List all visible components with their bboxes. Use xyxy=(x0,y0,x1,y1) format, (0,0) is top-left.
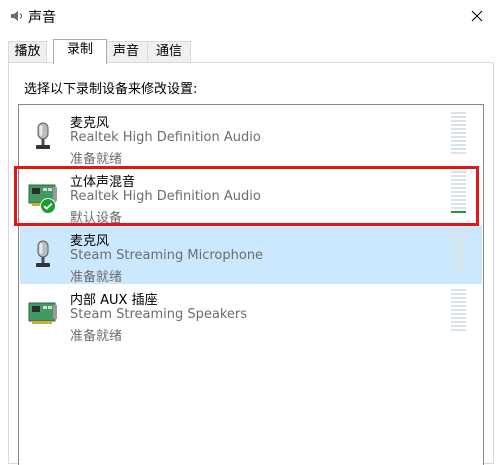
meter-bar xyxy=(451,262,466,264)
tab-sounds[interactable]: 声音 xyxy=(104,41,148,63)
meter-bar xyxy=(451,187,466,189)
meter-bar xyxy=(451,152,466,154)
meter-bar xyxy=(451,301,466,303)
meter-bar xyxy=(451,207,466,209)
meter-bar xyxy=(451,116,466,118)
meter-bar xyxy=(451,171,466,173)
device-item[interactable]: 立体声混音 Realtek High Definition Audio 默认设备 xyxy=(20,166,482,226)
device-list[interactable]: 麦克风 Realtek High Definition Audio 准备就绪 立… xyxy=(18,104,484,465)
device-name: 内部 AUX 插座 xyxy=(70,293,158,308)
meter-bar xyxy=(451,234,466,236)
meter-bar xyxy=(451,266,466,268)
meter-bar xyxy=(451,132,466,134)
microphone-icon xyxy=(36,240,50,267)
device-status: 默认设备 xyxy=(70,211,123,226)
level-meter xyxy=(451,230,466,274)
meter-bar xyxy=(451,246,466,248)
device-name: 麦克风 xyxy=(70,116,110,131)
device-item[interactable]: 麦克风 Steam Streaming Microphone 准备就绪 xyxy=(20,225,482,285)
tab-playback[interactable]: 播放 xyxy=(8,41,47,63)
meter-bar xyxy=(451,136,466,138)
meter-bar xyxy=(451,289,466,291)
window-title: 声音 xyxy=(28,10,56,26)
meter-bar xyxy=(451,313,466,315)
device-status: 准备就绪 xyxy=(70,152,123,167)
meter-bar xyxy=(451,112,466,114)
level-meter xyxy=(451,112,466,156)
meter-bar xyxy=(451,258,466,260)
device-name: 麦克风 xyxy=(70,234,110,249)
meter-bar xyxy=(451,120,466,122)
meter-bar xyxy=(451,242,466,244)
microphone-icon xyxy=(36,122,50,149)
tab-communications[interactable]: 通信 xyxy=(147,41,191,63)
meter-bar xyxy=(451,199,466,201)
meter-bar xyxy=(451,305,466,307)
meter-bar xyxy=(451,238,466,240)
meter-bar xyxy=(451,211,466,213)
meter-bar xyxy=(451,297,466,299)
title-bar: 声音 xyxy=(0,0,500,32)
device-status: 准备就绪 xyxy=(70,329,123,344)
meter-bar xyxy=(451,179,466,181)
level-meter xyxy=(451,289,466,333)
meter-bar xyxy=(451,203,466,205)
device-name: 立体声混音 xyxy=(70,175,136,190)
device-status: 准备就绪 xyxy=(70,270,123,285)
sound-card-icon xyxy=(28,302,57,324)
device-description: Realtek High Definition Audio xyxy=(70,130,261,145)
device-description: Steam Streaming Microphone xyxy=(70,248,264,263)
device-item[interactable]: 内部 AUX 插座 Steam Streaming Speakers 准备就绪 xyxy=(20,284,482,344)
meter-bar xyxy=(451,325,466,327)
tab-recording[interactable]: 录制 xyxy=(53,39,107,64)
meter-bar xyxy=(451,183,466,185)
meter-bar xyxy=(451,329,466,331)
meter-bar xyxy=(451,124,466,126)
meter-bar xyxy=(451,317,466,319)
device-description: Realtek High Definition Audio xyxy=(70,189,261,204)
meter-bar xyxy=(451,254,466,256)
meter-bar xyxy=(451,293,466,295)
speaker-icon xyxy=(11,11,23,21)
device-item[interactable]: 麦克风 Realtek High Definition Audio 准备就绪 xyxy=(20,107,482,167)
meter-bar xyxy=(451,321,466,323)
meter-bar xyxy=(451,175,466,177)
meter-bar xyxy=(451,191,466,193)
meter-bar xyxy=(451,250,466,252)
meter-bar xyxy=(451,309,466,311)
meter-bar xyxy=(451,230,466,232)
meter-bar xyxy=(451,195,466,197)
meter-bar xyxy=(451,144,466,146)
meter-bar xyxy=(451,270,466,272)
instruction-text: 选择以下录制设备来修改设置: xyxy=(24,82,198,97)
meter-bar xyxy=(451,140,466,142)
close-button[interactable] xyxy=(454,0,500,32)
close-icon xyxy=(471,10,483,22)
default-device-check-icon xyxy=(40,198,56,214)
meter-bar xyxy=(451,148,466,150)
level-meter xyxy=(451,171,466,215)
device-description: Steam Streaming Speakers xyxy=(70,307,248,322)
meter-bar xyxy=(451,128,466,130)
